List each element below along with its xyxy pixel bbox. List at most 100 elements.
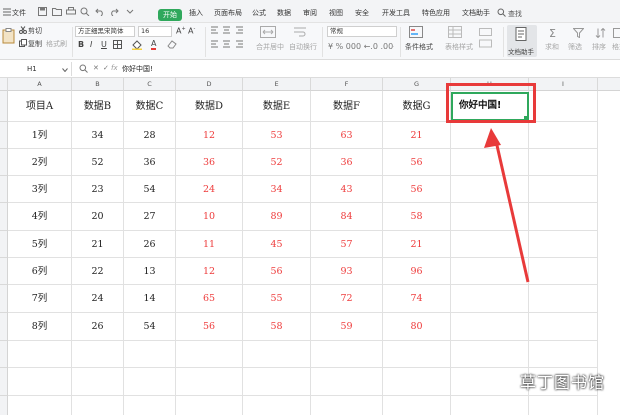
zoom-icon[interactable]: [79, 64, 88, 75]
table-cell[interactable]: 89: [243, 203, 311, 231]
table-cell[interactable]: 56: [383, 176, 451, 203]
empty-cell[interactable]: [451, 285, 529, 313]
empty-cell[interactable]: [243, 396, 311, 415]
empty-cell[interactable]: [451, 122, 529, 149]
table-cell[interactable]: 13: [124, 258, 176, 285]
doc-helper-button[interactable]: 文档助手: [507, 25, 537, 57]
formula-input[interactable]: 你好中国!: [122, 62, 153, 76]
table-cell[interactable]: 53: [243, 122, 311, 149]
table-cell[interactable]: 7列: [8, 285, 72, 313]
table-cell[interactable]: 54: [124, 176, 176, 203]
table-cell[interactable]: 34: [243, 176, 311, 203]
tab-security[interactable]: 安全: [355, 7, 369, 19]
table-cell[interactable]: 55: [243, 285, 311, 313]
redo-icon[interactable]: [109, 7, 119, 17]
save-icon[interactable]: [38, 7, 48, 17]
search-input[interactable]: 查找: [508, 8, 522, 20]
table-cell[interactable]: 23: [72, 176, 124, 203]
column-header-c[interactable]: C: [124, 78, 176, 91]
column-header-a[interactable]: A: [8, 78, 72, 91]
empty-cell[interactable]: [451, 341, 529, 368]
chevron-down-icon[interactable]: [62, 66, 68, 74]
column-header-f[interactable]: F: [311, 78, 383, 91]
undo-icon[interactable]: [95, 7, 105, 17]
tab-review[interactable]: 审阅: [303, 7, 317, 19]
font-size-select[interactable]: 16: [138, 26, 172, 37]
table-cell[interactable]: 59: [311, 313, 383, 341]
header-cell[interactable]: 数据G: [383, 91, 451, 122]
empty-cell[interactable]: [529, 285, 598, 313]
empty-cell[interactable]: [529, 122, 598, 149]
table-cell[interactable]: 6列: [8, 258, 72, 285]
table-cell[interactable]: 96: [383, 258, 451, 285]
tab-view[interactable]: 视图: [329, 7, 343, 19]
empty-cell[interactable]: [124, 341, 176, 368]
empty-cell[interactable]: [451, 396, 529, 415]
table-cell[interactable]: 21: [72, 231, 124, 258]
empty-cell[interactable]: [451, 258, 529, 285]
table-cell[interactable]: 58: [383, 203, 451, 231]
table-cell[interactable]: 80: [383, 313, 451, 341]
table-cell[interactable]: 72: [311, 285, 383, 313]
table-cell[interactable]: 63: [311, 122, 383, 149]
select-all-corner[interactable]: [0, 78, 8, 91]
table-cell[interactable]: 20: [72, 203, 124, 231]
table-cell[interactable]: 12: [176, 122, 243, 149]
header-cell[interactable]: 项目A: [8, 91, 72, 122]
font-color-icon[interactable]: A: [151, 39, 157, 50]
sum-icon[interactable]: Σ: [549, 27, 556, 40]
empty-cell[interactable]: [451, 176, 529, 203]
table-cell[interactable]: 36: [311, 149, 383, 176]
empty-cell[interactable]: [451, 313, 529, 341]
table-cell[interactable]: 36: [176, 149, 243, 176]
empty-cell[interactable]: [8, 341, 72, 368]
empty-cell[interactable]: [243, 341, 311, 368]
folder-icon[interactable]: [52, 7, 62, 17]
paste-icon[interactable]: [2, 28, 18, 44]
tab-special-apps[interactable]: 特色应用: [422, 7, 450, 19]
empty-cell[interactable]: [311, 368, 383, 396]
row-header[interactable]: [0, 285, 8, 313]
empty-cell[interactable]: [72, 368, 124, 396]
empty-cell[interactable]: [383, 368, 451, 396]
table-style-button[interactable]: 表格样式: [445, 42, 473, 52]
preview-icon[interactable]: [80, 7, 90, 17]
table-cell[interactable]: 2列: [8, 149, 72, 176]
menu-icon[interactable]: [2, 7, 12, 17]
row-header[interactable]: [0, 368, 8, 396]
table-cell[interactable]: 84: [311, 203, 383, 231]
empty-cell[interactable]: [529, 203, 598, 231]
column-header-e[interactable]: E: [243, 78, 311, 91]
empty-cell[interactable]: [176, 341, 243, 368]
conditional-format-icon[interactable]: [409, 26, 423, 40]
table-cell[interactable]: 4列: [8, 203, 72, 231]
empty-cell[interactable]: [124, 396, 176, 415]
row-header[interactable]: [0, 231, 8, 258]
table-cell[interactable]: 5列: [8, 231, 72, 258]
table-cell[interactable]: 26: [72, 313, 124, 341]
row-header[interactable]: [0, 396, 8, 415]
filter-icon[interactable]: [572, 28, 585, 40]
bold-button[interactable]: B: [78, 40, 84, 49]
header-cell[interactable]: 数据D: [176, 91, 243, 122]
table-cell[interactable]: 21: [383, 231, 451, 258]
table-style-icon[interactable]: [448, 26, 462, 40]
row-header[interactable]: [0, 313, 8, 341]
table-cell[interactable]: 10: [176, 203, 243, 231]
tab-formulas[interactable]: 公式: [252, 7, 266, 19]
header-cell[interactable]: 数据C: [124, 91, 176, 122]
sort-button[interactable]: 排序: [592, 42, 606, 52]
tab-developer[interactable]: 开发工具: [382, 7, 410, 19]
empty-cell[interactable]: [243, 368, 311, 396]
table-cell[interactable]: 27: [124, 203, 176, 231]
header-cell[interactable]: 数据E: [243, 91, 311, 122]
empty-cell[interactable]: [529, 176, 598, 203]
number-format-select[interactable]: 常规: [327, 26, 397, 37]
table-cell[interactable]: 14: [124, 285, 176, 313]
table-cell[interactable]: 45: [243, 231, 311, 258]
clear-icon[interactable]: [167, 40, 177, 51]
table-cell[interactable]: 56: [176, 313, 243, 341]
border-icon[interactable]: [113, 40, 122, 51]
table-cell[interactable]: 22: [72, 258, 124, 285]
row-header[interactable]: [0, 341, 8, 368]
